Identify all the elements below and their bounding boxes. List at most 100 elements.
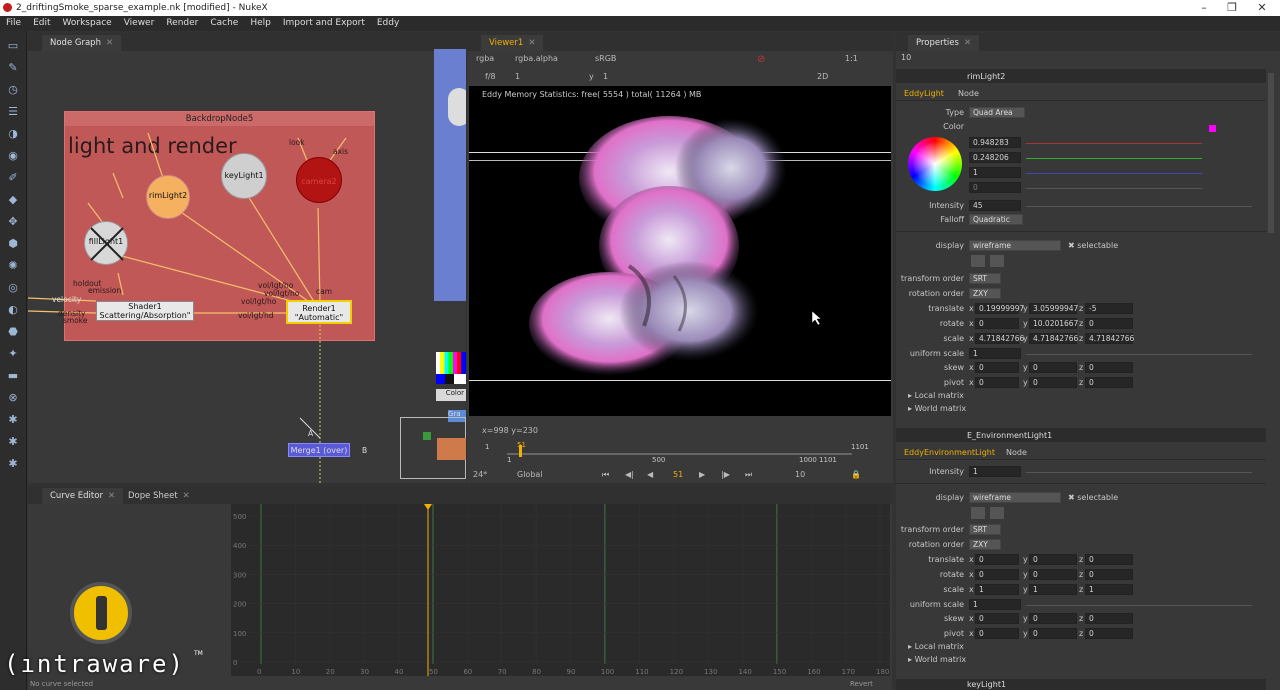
- env-pivot-z-field[interactable]: 0: [1085, 628, 1133, 639]
- timeline-scope-dropdown[interactable]: Global: [517, 470, 543, 479]
- rimlight2-header[interactable]: rimLight2: [896, 69, 1266, 83]
- color-b-field[interactable]: 1: [969, 167, 1021, 178]
- particles-tools-icon[interactable]: ✺: [6, 259, 20, 273]
- translate-z-field[interactable]: -5: [1085, 303, 1133, 314]
- eddy-volume-tools-icon[interactable]: ✱: [6, 457, 20, 471]
- env-local-matrix-toggle[interactable]: ▸ Local matrix: [908, 642, 964, 651]
- gain-field[interactable]: 1: [515, 72, 520, 81]
- close-icon[interactable]: ✕: [528, 38, 535, 48]
- time-tools-icon[interactable]: ◷: [6, 83, 20, 97]
- rimlight2-node[interactable]: rimLight2: [146, 175, 190, 219]
- env-scale-z-field[interactable]: 1: [1085, 584, 1133, 595]
- translate-x-field[interactable]: 0.19999997: [975, 303, 1024, 314]
- pivot-y-field[interactable]: 0: [1029, 377, 1077, 388]
- fstop-field[interactable]: f/8: [485, 72, 496, 81]
- scale-y-field[interactable]: 4.71842766: [1029, 333, 1078, 344]
- merge1-node[interactable]: Merge1 (over): [288, 443, 350, 457]
- env-transform-order-dropdown[interactable]: SRT: [969, 524, 1001, 535]
- selectable-checkbox[interactable]: ✖ selectable: [1068, 241, 1118, 250]
- transform-order-dropdown[interactable]: SRT: [969, 273, 1001, 284]
- env-skew-y-field[interactable]: 0: [1029, 613, 1077, 624]
- navigator-box[interactable]: [400, 417, 466, 479]
- rimlight2-name[interactable]: rimLight2: [967, 72, 1005, 81]
- tab-eddylight[interactable]: EddyLight: [904, 89, 944, 98]
- close-icon[interactable]: ✕: [108, 491, 115, 501]
- pause-icon[interactable]: ⊘: [757, 54, 765, 65]
- env-pivot-y-field[interactable]: 0: [1029, 628, 1077, 639]
- keylight1-node[interactable]: keyLight1: [221, 153, 267, 199]
- transform-tools-icon[interactable]: ✥: [6, 215, 20, 229]
- shader1-node[interactable]: Shader1 Scattering/Absorption": [96, 301, 194, 321]
- properties-scrollbar[interactable]: [1268, 73, 1274, 233]
- env-pivot-x-field[interactable]: 0: [975, 628, 1019, 639]
- colorbars-node[interactable]: [436, 352, 466, 374]
- env-scale-y-field[interactable]: 1: [1029, 584, 1077, 595]
- image-tools-icon[interactable]: ▭: [6, 39, 20, 53]
- max-panels-field[interactable]: 10: [901, 53, 911, 62]
- type-dropdown[interactable]: Quad Area: [969, 107, 1025, 118]
- eddy-gpu-tools-icon[interactable]: ✱: [6, 435, 20, 449]
- other-tools-icon[interactable]: ▬: [6, 369, 20, 383]
- world-matrix-toggle[interactable]: ▸ World matrix: [908, 404, 966, 413]
- color-g-field[interactable]: 0.248206: [969, 152, 1021, 163]
- camera2-node[interactable]: camera2: [296, 157, 342, 203]
- env-translate-x-field[interactable]: 0: [975, 554, 1019, 565]
- keyer-tools-icon[interactable]: ✐: [6, 171, 20, 185]
- env-rotation-order-dropdown[interactable]: ZXY: [969, 539, 1001, 550]
- env-scale-x-field[interactable]: 1: [975, 584, 1019, 595]
- tab-node[interactable]: Node: [958, 89, 979, 98]
- gamma-field[interactable]: 1: [603, 72, 608, 81]
- toolsets-icon[interactable]: ✦: [6, 347, 20, 361]
- rotate-x-field[interactable]: 0: [975, 318, 1019, 329]
- current-frame-field[interactable]: 51: [673, 470, 683, 479]
- envlight-name[interactable]: E_EnvironmentLight1: [967, 431, 1052, 440]
- lock-icon[interactable]: 🔒: [851, 470, 861, 479]
- keylight1-header[interactable]: keyLight1: [896, 679, 1266, 690]
- prev-frame-icon[interactable]: ◀: [647, 470, 653, 479]
- channel-tools-icon[interactable]: ☰: [6, 105, 20, 119]
- color-a-field[interactable]: 0: [969, 182, 1021, 193]
- zoom-ratio-dropdown[interactable]: 1:1: [845, 54, 858, 63]
- rotate-y-field[interactable]: 10.0201667: [1029, 318, 1078, 329]
- rotation-order-dropdown[interactable]: ZXY: [969, 288, 1001, 299]
- color-g-slider[interactable]: [1026, 158, 1202, 159]
- channels-dropdown[interactable]: rgba: [476, 54, 494, 63]
- pivot-z-field[interactable]: 0: [1085, 377, 1133, 388]
- next-frame-icon[interactable]: |▶: [721, 470, 730, 479]
- rotate-z-field[interactable]: 0: [1085, 318, 1133, 329]
- furnace-tools-icon[interactable]: ⊗: [6, 391, 20, 405]
- display-dropdown[interactable]: wireframe: [969, 240, 1061, 251]
- menu-edit[interactable]: Edit: [27, 16, 56, 31]
- timeline[interactable]: 51 1 1 500 1000 1101 1101: [477, 441, 882, 464]
- local-matrix-toggle[interactable]: ▸ Local matrix: [908, 391, 964, 400]
- play-icon[interactable]: ▶: [699, 470, 705, 479]
- draw-tools-icon[interactable]: ✎: [6, 61, 20, 75]
- step-field[interactable]: 10: [795, 470, 805, 479]
- curve-graph[interactable]: 0 10 20 30 40 50 60 70 80 90 100 110 120 130 140 150 160…: [231, 504, 890, 676]
- menu-eddy[interactable]: Eddy: [371, 16, 405, 31]
- color-b-slider[interactable]: [1026, 173, 1202, 174]
- snap-menu-icon[interactable]: [990, 255, 1004, 267]
- prev-keyframe-icon[interactable]: ◀|: [625, 470, 634, 479]
- tab-eddyenvironmentlight[interactable]: EddyEnvironmentLight: [904, 448, 995, 457]
- properties-panel[interactable]: Properties ✕ 10 rimLight2 EddyLight Node …: [896, 33, 1280, 690]
- views-tools-icon[interactable]: ◐: [6, 303, 20, 317]
- skew-y-field[interactable]: 0: [1029, 362, 1077, 373]
- envlight-header[interactable]: E_EnvironmentLight1: [896, 428, 1266, 442]
- keylight1-name[interactable]: keyLight1: [967, 680, 1006, 689]
- viewer-canvas[interactable]: Eddy Memory Statistics: free( 5554 ) tot…: [469, 86, 891, 416]
- scale-z-field[interactable]: 4.71842766: [1085, 333, 1134, 344]
- first-frame-icon[interactable]: ⏮: [602, 470, 609, 480]
- env-snap-menu-icon[interactable]: [990, 507, 1004, 519]
- menu-workspace[interactable]: Workspace: [57, 16, 118, 31]
- color-a-slider[interactable]: [1026, 188, 1202, 189]
- tab-curve-editor[interactable]: Curve Editor ✕: [42, 488, 124, 504]
- uniform-scale-slider[interactable]: [1026, 354, 1252, 355]
- color-swatch[interactable]: [1209, 125, 1216, 132]
- eddy-tools-icon[interactable]: ✱: [6, 413, 20, 427]
- skew-x-field[interactable]: 0: [975, 362, 1019, 373]
- skew-z-field[interactable]: 0: [1085, 362, 1133, 373]
- env-world-matrix-toggle[interactable]: ▸ World matrix: [908, 655, 966, 664]
- falloff-dropdown[interactable]: Quadratic: [969, 214, 1023, 225]
- menu-import-export[interactable]: Import and Export: [277, 16, 371, 31]
